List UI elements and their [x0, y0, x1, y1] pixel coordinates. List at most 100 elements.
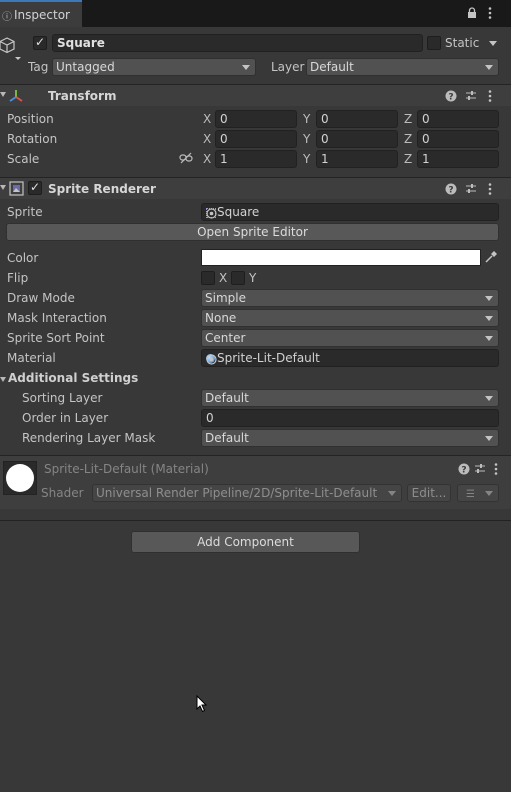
chevron-down-icon — [485, 336, 493, 341]
rotation-y-field[interactable]: 0 — [316, 130, 398, 148]
order-in-layer-label: Order in Layer — [22, 411, 109, 425]
rendering-layer-mask-value: Default — [205, 431, 249, 445]
sprite-renderer-enabled-checkbox[interactable] — [28, 180, 42, 195]
rotation-z-axis-label[interactable]: Z — [404, 131, 412, 147]
transform-header[interactable]: Transform ? — [0, 84, 511, 106]
kebab-menu-icon[interactable] — [486, 182, 494, 196]
scale-x-axis-label[interactable]: X — [203, 151, 211, 167]
scale-y-field[interactable]: 1 — [316, 150, 398, 168]
scale-z-field[interactable]: 1 — [417, 150, 499, 168]
position-z-axis-label[interactable]: Z — [404, 111, 412, 127]
flip-x-label: X — [219, 271, 228, 285]
mask-interaction-dropdown[interactable]: None — [201, 309, 499, 327]
chevron-down-icon — [242, 65, 250, 70]
layer-dropdown[interactable]: Default — [306, 58, 499, 76]
rotation-z-field[interactable]: 0 — [417, 130, 499, 148]
order-in-layer-field[interactable]: 0 — [201, 409, 499, 427]
layer-label: Layer — [271, 60, 305, 74]
draw-mode-dropdown[interactable]: Simple — [201, 289, 499, 307]
flip-label: Flip — [7, 271, 29, 285]
object-picker-icon[interactable] — [206, 353, 217, 365]
chevron-down-icon — [388, 491, 396, 496]
tag-label: Tag — [28, 60, 49, 74]
position-z-field[interactable]: 0 — [417, 110, 499, 128]
foldout-arrow-icon[interactable] — [0, 185, 6, 190]
kebab-menu-icon[interactable] — [486, 6, 494, 20]
material-preview-thumbnail — [3, 461, 37, 495]
position-label: Position — [7, 112, 54, 126]
sprite-renderer-title: Sprite Renderer — [48, 182, 156, 196]
chevron-down-icon — [485, 396, 493, 401]
position-y-axis-label[interactable]: Y — [303, 111, 310, 127]
mask-interaction-label: Mask Interaction — [7, 311, 107, 325]
position-x-field[interactable]: 0 — [215, 110, 297, 128]
foldout-arrow-icon[interactable] — [0, 92, 6, 97]
sprite-renderer-header[interactable]: Sprite Renderer ? — [0, 177, 511, 199]
layer-value: Default — [310, 60, 354, 74]
static-checkbox[interactable] — [427, 36, 441, 50]
svg-text:?: ? — [461, 466, 466, 476]
constrain-proportions-icon[interactable] — [179, 152, 193, 164]
tag-value: Untagged — [56, 60, 115, 74]
help-icon[interactable]: ? — [445, 88, 457, 103]
scale-x-field[interactable]: 1 — [215, 150, 297, 168]
sorting-layer-value: Default — [205, 391, 249, 405]
tag-dropdown[interactable]: Untagged — [52, 58, 256, 76]
help-icon[interactable]: ? — [458, 461, 470, 476]
list-icon: ☰ — [466, 489, 475, 500]
additional-settings-foldout[interactable]: Additional Settings — [8, 370, 138, 386]
flip-y-label: Y — [249, 271, 257, 285]
svg-text:?: ? — [448, 186, 453, 196]
rendering-layer-mask-dropdown[interactable]: Default — [201, 429, 499, 447]
material-object-field[interactable]: Sprite-Lit-Default — [201, 349, 499, 367]
help-icon[interactable]: ? — [445, 181, 457, 196]
static-dropdown-caret-icon[interactable] — [489, 41, 497, 46]
kebab-menu-icon[interactable] — [492, 462, 500, 476]
scale-x-value: 1 — [220, 152, 228, 166]
presets-icon[interactable] — [465, 181, 477, 195]
rotation-x-value: 0 — [220, 132, 228, 146]
chevron-down-icon — [485, 65, 493, 70]
presets-icon[interactable] — [465, 88, 477, 102]
material-label: Material — [7, 351, 56, 365]
shader-edit-button[interactable]: Edit... — [407, 484, 451, 502]
object-name-field[interactable]: Square — [52, 34, 423, 52]
transform-axes-icon — [8, 88, 24, 104]
open-sprite-editor-button[interactable]: Open Sprite Editor — [6, 223, 499, 241]
scale-z-value: 1 — [422, 152, 430, 166]
chevron-down-icon — [485, 491, 493, 496]
add-component-button[interactable]: Add Component — [131, 531, 360, 553]
rotation-y-value: 0 — [321, 132, 329, 146]
material-title: Sprite-Lit-Default (Material) — [44, 462, 209, 476]
color-swatch[interactable] — [201, 249, 481, 266]
sprite-sort-point-dropdown[interactable]: Center — [201, 329, 499, 347]
shader-dropdown[interactable]: Universal Render Pipeline/2D/Sprite-Lit-… — [92, 484, 402, 502]
rotation-y-axis-label[interactable]: Y — [303, 131, 310, 147]
sorting-layer-dropdown[interactable]: Default — [201, 389, 499, 407]
position-y-field[interactable]: 0 — [316, 110, 398, 128]
position-y-value: 0 — [321, 112, 329, 126]
sprite-value: Square — [217, 205, 260, 219]
rotation-x-field[interactable]: 0 — [215, 130, 297, 148]
active-toggle-checkbox[interactable] — [33, 35, 47, 50]
shader-variants-button[interactable]: ☰ — [457, 484, 499, 502]
sprite-sort-point-label: Sprite Sort Point — [7, 331, 105, 345]
shader-value: Universal Render Pipeline/2D/Sprite-Lit-… — [96, 486, 378, 500]
flip-y-checkbox[interactable] — [231, 271, 245, 285]
lock-icon[interactable] — [467, 7, 477, 19]
eyedropper-icon[interactable] — [484, 250, 498, 264]
scale-z-axis-label[interactable]: Z — [404, 151, 412, 167]
flip-x-checkbox[interactable] — [201, 271, 215, 285]
kebab-menu-icon[interactable] — [486, 89, 494, 103]
tab-inspector-label: Inspector — [14, 8, 70, 22]
position-x-axis-label[interactable]: X — [203, 111, 211, 127]
rotation-x-axis-label[interactable]: X — [203, 131, 211, 147]
transform-title: Transform — [48, 89, 117, 103]
tab-inspector[interactable]: ⓘ Inspector — [0, 0, 82, 27]
presets-icon[interactable] — [474, 461, 486, 475]
scale-y-axis-label[interactable]: Y — [303, 151, 310, 167]
material-value: Sprite-Lit-Default — [217, 351, 320, 365]
sprite-object-field[interactable]: Square — [201, 203, 499, 221]
foldout-arrow-icon[interactable] — [0, 377, 6, 382]
object-picker-icon[interactable] — [206, 207, 217, 219]
